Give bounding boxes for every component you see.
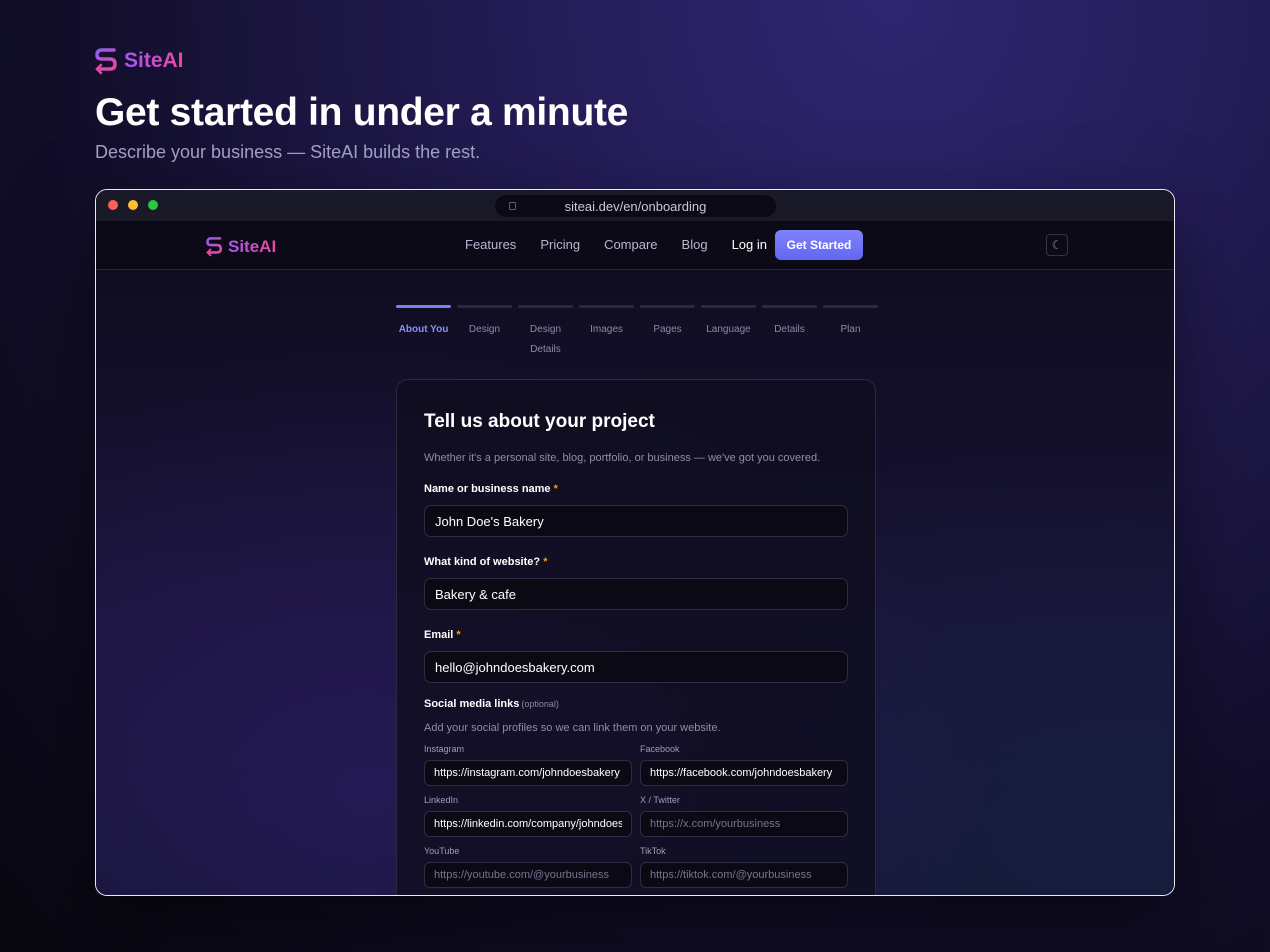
close-window-button[interactable] bbox=[108, 200, 118, 210]
siteai-logo-icon bbox=[206, 237, 223, 257]
lock-icon bbox=[509, 202, 516, 210]
email-label-text: Email bbox=[424, 629, 454, 641]
kind-field-group: What kind of website? * bbox=[424, 552, 848, 610]
login-link[interactable]: Log in bbox=[732, 237, 767, 252]
twitter-field: X / Twitter bbox=[640, 795, 848, 837]
form-description: Whether it's a personal site, blog, port… bbox=[424, 452, 821, 464]
hero-title: Get started in under a minute bbox=[95, 91, 629, 134]
email-field-group: Email * bbox=[424, 625, 848, 683]
kind-field-label: What kind of website? * bbox=[424, 556, 547, 568]
step-progress-bar bbox=[579, 305, 634, 308]
step-about-you[interactable]: About You bbox=[396, 305, 451, 360]
instagram-input[interactable] bbox=[424, 760, 632, 786]
project-form-card: Tell us about your project Whether it's … bbox=[396, 379, 876, 895]
email-field-label: Email * bbox=[424, 629, 461, 641]
step-progress-bar bbox=[396, 305, 451, 308]
address-bar[interactable]: siteai.dev/en/onboarding bbox=[495, 195, 776, 217]
facebook-label: Facebook bbox=[640, 744, 680, 754]
website-kind-input[interactable] bbox=[424, 578, 848, 610]
maximize-window-button[interactable] bbox=[148, 200, 158, 210]
step-label: Pages bbox=[653, 324, 682, 335]
moon-icon: ☾ bbox=[1051, 238, 1063, 252]
nav-links: Features Pricing Compare Blog Log in bbox=[465, 237, 767, 252]
social-links-description: Add your social profiles so we can link … bbox=[424, 722, 721, 734]
social-links-label: Social media links (optional) bbox=[424, 698, 848, 710]
browser-titlebar: siteai.dev/en/onboarding bbox=[96, 190, 1174, 221]
step-images[interactable]: Images bbox=[579, 305, 634, 360]
name-field-group: Name or business name * bbox=[424, 479, 848, 537]
social-links-grid: Instagram Facebook LinkedIn X / Twitter bbox=[424, 744, 848, 888]
step-label: Language bbox=[706, 324, 751, 335]
youtube-field: YouTube bbox=[424, 846, 632, 888]
youtube-label: YouTube bbox=[424, 846, 460, 856]
step-plan[interactable]: Plan bbox=[823, 305, 878, 360]
step-language[interactable]: Language bbox=[701, 305, 756, 360]
nav-brand[interactable]: SiteAI bbox=[206, 236, 276, 257]
step-details[interactable]: Details bbox=[762, 305, 817, 360]
hero-subtitle: Describe your business — SiteAI builds t… bbox=[95, 142, 481, 162]
kind-label-text: What kind of website? bbox=[424, 556, 541, 568]
step-label: Design bbox=[468, 324, 501, 335]
get-started-button[interactable]: Get Started bbox=[775, 230, 863, 260]
required-marker: * bbox=[456, 629, 461, 641]
facebook-input[interactable] bbox=[640, 760, 848, 786]
name-input[interactable] bbox=[424, 505, 848, 537]
required-marker: * bbox=[543, 556, 548, 568]
name-field-label: Name or business name * bbox=[424, 483, 558, 495]
step-label: About You bbox=[398, 324, 449, 335]
tiktok-input[interactable] bbox=[640, 862, 848, 888]
nav-link-blog[interactable]: Blog bbox=[682, 237, 708, 252]
siteai-logo-icon bbox=[95, 48, 117, 75]
step-progress-bar bbox=[457, 305, 512, 308]
step-progress-bar bbox=[640, 305, 695, 308]
linkedin-input[interactable] bbox=[424, 811, 632, 837]
step-pages[interactable]: Pages bbox=[640, 305, 695, 360]
email-input[interactable] bbox=[424, 651, 848, 683]
step-label: Plan bbox=[840, 324, 861, 335]
required-marker: * bbox=[553, 483, 558, 495]
name-label-text: Name or business name bbox=[424, 483, 551, 495]
step-label: Details bbox=[774, 324, 805, 335]
step-progress-bar bbox=[762, 305, 817, 308]
twitter-label: X / Twitter bbox=[640, 795, 680, 805]
nav-brand-name: SiteAI bbox=[228, 236, 277, 256]
youtube-input[interactable] bbox=[424, 862, 632, 888]
step-label: Design Details bbox=[529, 324, 562, 355]
tiktok-field: TikTok bbox=[640, 846, 848, 888]
nav-link-features[interactable]: Features bbox=[465, 237, 516, 252]
social-title-text: Social media links bbox=[424, 698, 520, 710]
optional-tag: (optional) bbox=[521, 699, 559, 709]
step-progress-bar bbox=[518, 305, 573, 308]
form-title: Tell us about your project bbox=[424, 411, 655, 432]
nav-link-compare[interactable]: Compare bbox=[604, 237, 657, 252]
instagram-field: Instagram bbox=[424, 744, 632, 786]
hero: SiteAI Get started in under a minute Des… bbox=[95, 47, 628, 163]
theme-toggle-button[interactable]: ☾ bbox=[1046, 234, 1068, 256]
onboarding-stepper: About You Design Design Details Images P… bbox=[396, 305, 878, 360]
step-label: Images bbox=[590, 324, 623, 335]
minimize-window-button[interactable] bbox=[128, 200, 138, 210]
step-design[interactable]: Design bbox=[457, 305, 512, 360]
address-url: siteai.dev/en/onboarding bbox=[564, 198, 707, 214]
tiktok-label: TikTok bbox=[640, 846, 666, 856]
step-design-details[interactable]: Design Details bbox=[518, 305, 573, 360]
site-navbar: SiteAI Features Pricing Compare Blog Log… bbox=[96, 221, 1174, 270]
linkedin-label: LinkedIn bbox=[424, 795, 459, 805]
nav-link-pricing[interactable]: Pricing bbox=[540, 237, 580, 252]
step-progress-bar bbox=[823, 305, 878, 308]
twitter-input[interactable] bbox=[640, 811, 848, 837]
facebook-field: Facebook bbox=[640, 744, 848, 786]
hero-brand-name: SiteAI bbox=[124, 49, 184, 72]
linkedin-field: LinkedIn bbox=[424, 795, 632, 837]
page-content: SiteAI Features Pricing Compare Blog Log… bbox=[96, 221, 1174, 895]
browser-window: siteai.dev/en/onboarding SiteAI Features… bbox=[95, 189, 1175, 896]
step-progress-bar bbox=[701, 305, 756, 308]
hero-brand: SiteAI bbox=[95, 47, 628, 75]
social-links-group: Social media links (optional) Add your so… bbox=[424, 698, 848, 888]
instagram-label: Instagram bbox=[424, 744, 465, 754]
